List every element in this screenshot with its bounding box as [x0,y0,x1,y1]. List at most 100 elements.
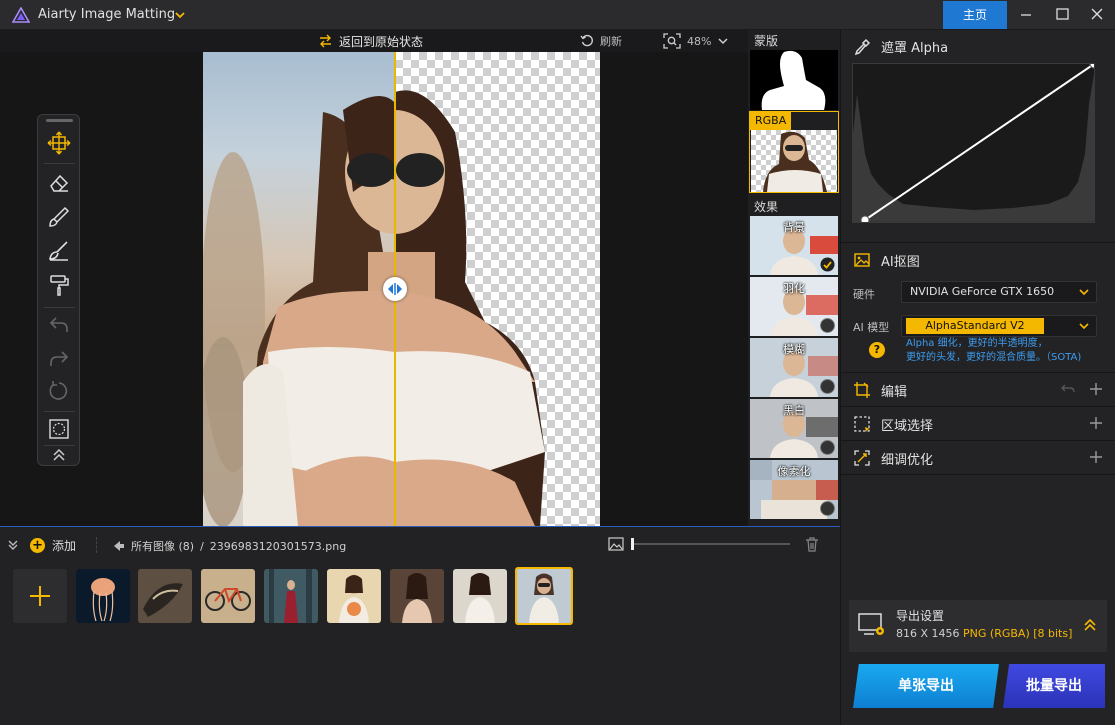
effect-grayscale[interactable]: 黑白 [750,399,838,458]
collapse-down-icon[interactable] [7,539,19,551]
undo-icon[interactable] [1060,381,1076,397]
plus-icon [30,586,50,606]
all-images-link[interactable]: 所有图像 (8) [131,538,194,554]
expand-up-icon[interactable] [1083,617,1097,633]
region-select-section[interactable]: 区域选择 [841,406,1115,439]
hardware-value: NVIDIA GeForce GTX 1650 [910,285,1055,298]
effect-background[interactable]: 背景 [750,216,838,275]
trash-icon[interactable] [805,537,819,552]
plus-icon[interactable] [1088,449,1104,465]
revert-button[interactable]: 返回到原始状态 [318,32,423,50]
move-tool-icon[interactable] [47,131,71,155]
right-panel: 遮罩 Alpha AI抠图 硬件 NVIDIA GeForce GTX 1650 [840,30,1115,725]
thumbnail[interactable] [453,569,507,623]
thumbnail-bicycle-image [201,569,255,623]
help-icon[interactable]: ? [869,342,885,358]
refresh-icon [580,34,593,47]
effect-blur[interactable]: 模糊 [750,338,838,397]
effect-pixelate[interactable]: 像素化 [750,460,838,519]
thumbnail[interactable] [390,569,444,623]
redo-icon[interactable] [47,347,71,371]
tool-divider [44,163,75,164]
preview-column: 蒙版 RGBA 效果 背景 羽化 模糊 黑白 像素化 [748,30,840,526]
home-button[interactable]: 主页 [943,1,1007,29]
minimize-icon[interactable] [1008,0,1044,30]
transparent-background [345,52,600,526]
image-strip: + 添加 所有图像 (8) / 2396983120301573.png [0,526,840,725]
portrait-original-image [203,96,395,526]
model-dropdown[interactable]: AlphaStandard V2 [901,315,1097,337]
tool-divider [44,411,75,412]
breadcrumb: 所有图像 (8) / 2396983120301573.png [113,538,346,554]
plus-icon[interactable] [1088,381,1104,397]
compare-handle[interactable] [383,277,407,301]
mask-thumbnail[interactable] [750,50,838,110]
effect-label: 羽化 [783,282,805,295]
model-label: AI 模型 [853,321,890,334]
eraser-icon[interactable] [47,171,71,195]
crop-edit-icon [854,382,870,398]
eyedropper-icon[interactable] [853,38,871,56]
undo-icon[interactable] [47,313,71,337]
thumbnail[interactable] [201,569,255,623]
chevron-down-icon[interactable] [173,8,187,22]
tool-palette [37,114,80,466]
close-icon[interactable] [1079,0,1115,30]
hardware-label: 硬件 [853,288,875,301]
alpha-curve-editor[interactable] [852,59,1099,225]
refine-icon [854,450,870,466]
thumbnail-bird-image [138,569,192,623]
swap-icon [320,34,331,48]
maximize-icon[interactable] [1044,0,1080,30]
effect-label: 背景 [783,221,805,234]
split-arrows-icon [388,283,402,295]
effect-label: 黑白 [783,404,805,417]
zoom-fit-icon [663,33,681,49]
back-arrow-icon[interactable] [113,540,125,552]
thumbnail[interactable] [264,569,318,623]
add-image-tile[interactable] [13,569,67,623]
slider-handle[interactable] [631,538,634,550]
alpha-histogram [853,59,1099,225]
region-select-icon [854,416,870,432]
reset-icon[interactable] [47,379,71,403]
chevron-down-icon[interactable] [717,35,729,47]
add-image-button[interactable]: + 添加 [30,537,76,554]
collapse-up-icon[interactable] [47,446,71,464]
brush-icon[interactable] [47,205,71,229]
unselected-circle-icon [820,501,835,516]
effect-feather[interactable]: 羽化 [750,277,838,336]
paint-roller-icon[interactable] [47,273,71,297]
canvas-area[interactable] [0,52,748,526]
thumbnail-size-slider[interactable] [633,543,790,545]
model-description: Alpha 细化，更好的半透明度， 更好的头发，更好的混合质量。（SOTA) [906,337,1081,365]
rgba-preview[interactable]: RGBA [749,111,839,193]
thumbnail[interactable] [76,569,130,623]
thumbnail[interactable] [327,569,381,623]
add-label: 添加 [52,539,77,553]
export-single-button[interactable]: 单张导出 [853,664,999,708]
export-format: PNG (RGBA) [8 bits] [963,627,1073,640]
zoom-value: 48% [687,34,712,48]
thumbnail-forest-woman-image [264,569,318,623]
export-batch-button[interactable]: 批量导出 [1003,664,1105,708]
palette-grip[interactable] [46,119,73,122]
refine-section[interactable]: 细调优化 [841,440,1115,473]
hardware-dropdown[interactable]: NVIDIA GeForce GTX 1650 [901,281,1097,303]
restore-brush-icon[interactable] [47,239,71,263]
title-bar: Aiarty Image Matting 主页 [0,0,1115,30]
select-region-icon[interactable] [47,417,71,441]
app-title: Aiarty Image Matting [38,7,176,22]
unselected-circle-icon [820,318,835,333]
canvas-toolbar: 返回到原始状态 刷新 48% [0,30,748,52]
plus-icon[interactable] [1088,415,1104,431]
zoom-control[interactable]: 48% [663,32,729,50]
export-settings[interactable]: 导出设置 816 X 1456 PNG (RGBA) [8 bits] [849,600,1107,652]
thumbnail-selected[interactable] [515,567,573,625]
thumbnail[interactable] [138,569,192,623]
refresh-button[interactable]: 刷新 [580,32,622,50]
current-file-name: 2396983120301573.png [209,539,347,553]
check-icon [820,257,835,272]
app-logo-icon [12,7,30,23]
edit-section[interactable]: 编辑 [841,372,1115,405]
